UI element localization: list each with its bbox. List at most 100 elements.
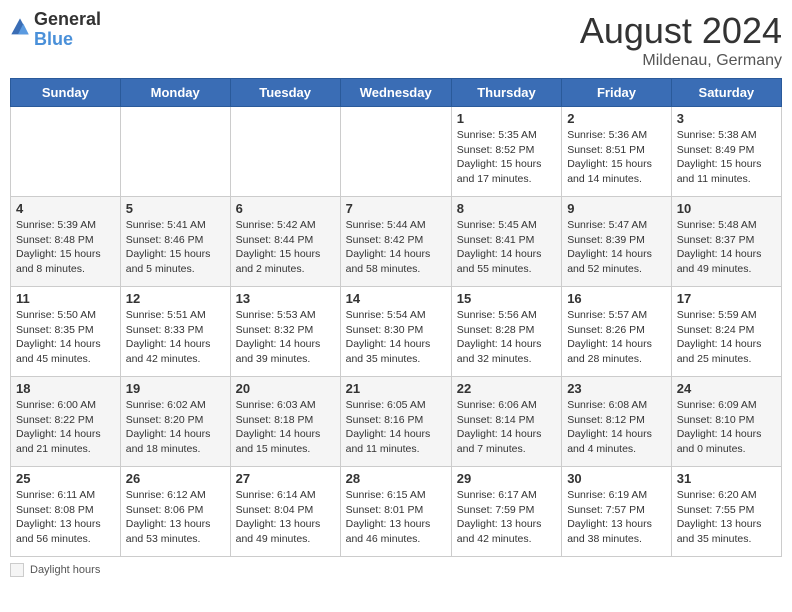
day-cell: 3 Sunrise: 5:38 AM Sunset: 8:49 PM Daylig…	[671, 107, 781, 197]
calendar-body: 1 Sunrise: 5:35 AM Sunset: 8:52 PM Daylig…	[11, 107, 782, 557]
day-info: Sunrise: 5:48 AM Sunset: 8:37 PM Dayligh…	[677, 218, 776, 277]
day-info: Sunrise: 6:11 AM Sunset: 8:08 PM Dayligh…	[16, 488, 115, 547]
day-info: Sunrise: 6:20 AM Sunset: 7:55 PM Dayligh…	[677, 488, 776, 547]
daylight-box	[10, 563, 24, 577]
day-number: 31	[677, 471, 776, 486]
logo-icon	[10, 17, 30, 37]
day-info: Sunrise: 6:02 AM Sunset: 8:20 PM Dayligh…	[126, 398, 225, 457]
day-info: Sunrise: 6:14 AM Sunset: 8:04 PM Dayligh…	[236, 488, 335, 547]
day-cell: 6Sunrise: 5:42 AM Sunset: 8:44 PM Daylig…	[230, 197, 340, 287]
day-info: Sunrise: 6:12 AM Sunset: 8:06 PM Dayligh…	[126, 488, 225, 547]
week-row-3: 11 Sunrise: 5:50 AM Sunset: 8:35 PM Dayli…	[11, 287, 782, 377]
day-number: 4	[16, 201, 115, 216]
day-number: 7	[346, 201, 446, 216]
day-info: Sunrise: 6:05 AM Sunset: 8:16 PM Dayligh…	[346, 398, 446, 457]
day-cell: 27 Sunrise: 6:14 AM Sunset: 8:04 PM Dayli…	[230, 467, 340, 557]
day-number: 9	[567, 201, 666, 216]
day-cell: 9 Sunrise: 5:47 AM Sunset: 8:39 PM Daylig…	[562, 197, 672, 287]
day-cell: 17 Sunrise: 5:59 AM Sunset: 8:24 PM Dayli…	[671, 287, 781, 377]
day-info: Sunrise: 5:54 AM Sunset: 8:30 PM Dayligh…	[346, 308, 446, 367]
day-cell: 28 Sunrise: 6:15 AM Sunset: 8:01 PM Dayli…	[340, 467, 451, 557]
day-header-friday: Friday	[562, 79, 672, 107]
day-cell: 18Sunrise: 6:00 AM Sunset: 8:22 PM Dayli…	[11, 377, 121, 467]
day-number: 17	[677, 291, 776, 306]
day-info: Sunrise: 5:59 AM Sunset: 8:24 PM Dayligh…	[677, 308, 776, 367]
location: Mildenau, Germany	[580, 52, 782, 70]
footer: Daylight hours	[10, 563, 782, 577]
day-info: Sunrise: 5:50 AM Sunset: 8:35 PM Dayligh…	[16, 308, 115, 367]
day-cell: 22Sunrise: 6:06 AM Sunset: 8:14 PM Dayli…	[451, 377, 561, 467]
logo-blue: Blue	[34, 30, 101, 50]
day-header-sunday: Sunday	[11, 79, 121, 107]
day-number: 22	[457, 381, 556, 396]
day-number: 16	[567, 291, 666, 306]
day-number: 20	[236, 381, 335, 396]
day-cell: 13Sunrise: 5:53 AM Sunset: 8:32 PM Dayli…	[230, 287, 340, 377]
day-number: 21	[346, 381, 446, 396]
month-year: August 2024	[580, 10, 782, 52]
day-info: Sunrise: 5:38 AM Sunset: 8:49 PM Dayligh…	[677, 128, 776, 187]
day-cell	[340, 107, 451, 197]
logo: General Blue	[10, 10, 101, 50]
day-number: 23	[567, 381, 666, 396]
day-number: 15	[457, 291, 556, 306]
day-number: 25	[16, 471, 115, 486]
daylight-label: Daylight hours	[30, 564, 100, 576]
day-number: 29	[457, 471, 556, 486]
day-info: Sunrise: 5:47 AM Sunset: 8:39 PM Dayligh…	[567, 218, 666, 277]
day-number: 28	[346, 471, 446, 486]
day-info: Sunrise: 5:56 AM Sunset: 8:28 PM Dayligh…	[457, 308, 556, 367]
day-number: 1	[457, 111, 556, 126]
day-number: 6	[236, 201, 335, 216]
day-cell: 24Sunrise: 6:09 AM Sunset: 8:10 PM Dayli…	[671, 377, 781, 467]
day-header-wednesday: Wednesday	[340, 79, 451, 107]
day-cell: 21 Sunrise: 6:05 AM Sunset: 8:16 PM Dayli…	[340, 377, 451, 467]
day-number: 11	[16, 291, 115, 306]
day-header-monday: Monday	[120, 79, 230, 107]
logo-general: General	[34, 10, 101, 30]
day-info: Sunrise: 5:44 AM Sunset: 8:42 PM Dayligh…	[346, 218, 446, 277]
day-cell: 11 Sunrise: 5:50 AM Sunset: 8:35 PM Dayli…	[11, 287, 121, 377]
day-cell: 23 Sunrise: 6:08 AM Sunset: 8:12 PM Dayli…	[562, 377, 672, 467]
day-cell: 12Sunrise: 5:51 AM Sunset: 8:33 PM Dayli…	[120, 287, 230, 377]
day-info: Sunrise: 5:39 AM Sunset: 8:48 PM Dayligh…	[16, 218, 115, 277]
day-number: 19	[126, 381, 225, 396]
day-cell: 26 Sunrise: 6:12 AM Sunset: 8:06 PM Dayli…	[120, 467, 230, 557]
day-cell: 16 Sunrise: 5:57 AM Sunset: 8:26 PM Dayli…	[562, 287, 672, 377]
day-number: 8	[457, 201, 556, 216]
day-cell: 8Sunrise: 5:45 AM Sunset: 8:41 PM Daylig…	[451, 197, 561, 287]
day-info: Sunrise: 6:17 AM Sunset: 7:59 PM Dayligh…	[457, 488, 556, 547]
day-number: 27	[236, 471, 335, 486]
day-info: Sunrise: 5:35 AM Sunset: 8:52 PM Dayligh…	[457, 128, 556, 187]
day-info: Sunrise: 6:03 AM Sunset: 8:18 PM Dayligh…	[236, 398, 335, 457]
day-header-tuesday: Tuesday	[230, 79, 340, 107]
day-number: 10	[677, 201, 776, 216]
day-info: Sunrise: 6:09 AM Sunset: 8:10 PM Dayligh…	[677, 398, 776, 457]
days-header-row: SundayMondayTuesdayWednesdayThursdayFrid…	[11, 79, 782, 107]
day-number: 2	[567, 111, 666, 126]
day-cell: 29 Sunrise: 6:17 AM Sunset: 7:59 PM Dayli…	[451, 467, 561, 557]
day-info: Sunrise: 5:51 AM Sunset: 8:33 PM Dayligh…	[126, 308, 225, 367]
day-number: 3	[677, 111, 776, 126]
day-header-thursday: Thursday	[451, 79, 561, 107]
day-cell: 19 Sunrise: 6:02 AM Sunset: 8:20 PM Dayli…	[120, 377, 230, 467]
day-info: Sunrise: 6:00 AM Sunset: 8:22 PM Dayligh…	[16, 398, 115, 457]
day-cell: 10 Sunrise: 5:48 AM Sunset: 8:37 PM Dayli…	[671, 197, 781, 287]
week-row-5: 25 Sunrise: 6:11 AM Sunset: 8:08 PM Dayli…	[11, 467, 782, 557]
day-cell: 15 Sunrise: 5:56 AM Sunset: 8:28 PM Dayli…	[451, 287, 561, 377]
day-info: Sunrise: 5:53 AM Sunset: 8:32 PM Dayligh…	[236, 308, 335, 367]
day-cell: 7 Sunrise: 5:44 AM Sunset: 8:42 PM Daylig…	[340, 197, 451, 287]
day-info: Sunrise: 5:57 AM Sunset: 8:26 PM Dayligh…	[567, 308, 666, 367]
day-cell: 30Sunrise: 6:19 AM Sunset: 7:57 PM Dayli…	[562, 467, 672, 557]
day-number: 5	[126, 201, 225, 216]
day-number: 30	[567, 471, 666, 486]
day-cell	[11, 107, 121, 197]
week-row-2: 4 Sunrise: 5:39 AM Sunset: 8:48 PM Daylig…	[11, 197, 782, 287]
title-area: August 2024 Mildenau, Germany	[580, 10, 782, 70]
day-cell: 2 Sunrise: 5:36 AM Sunset: 8:51 PM Daylig…	[562, 107, 672, 197]
day-cell: 5Sunrise: 5:41 AM Sunset: 8:46 PM Daylig…	[120, 197, 230, 287]
day-info: Sunrise: 5:36 AM Sunset: 8:51 PM Dayligh…	[567, 128, 666, 187]
day-number: 26	[126, 471, 225, 486]
day-info: Sunrise: 6:15 AM Sunset: 8:01 PM Dayligh…	[346, 488, 446, 547]
day-info: Sunrise: 6:08 AM Sunset: 8:12 PM Dayligh…	[567, 398, 666, 457]
